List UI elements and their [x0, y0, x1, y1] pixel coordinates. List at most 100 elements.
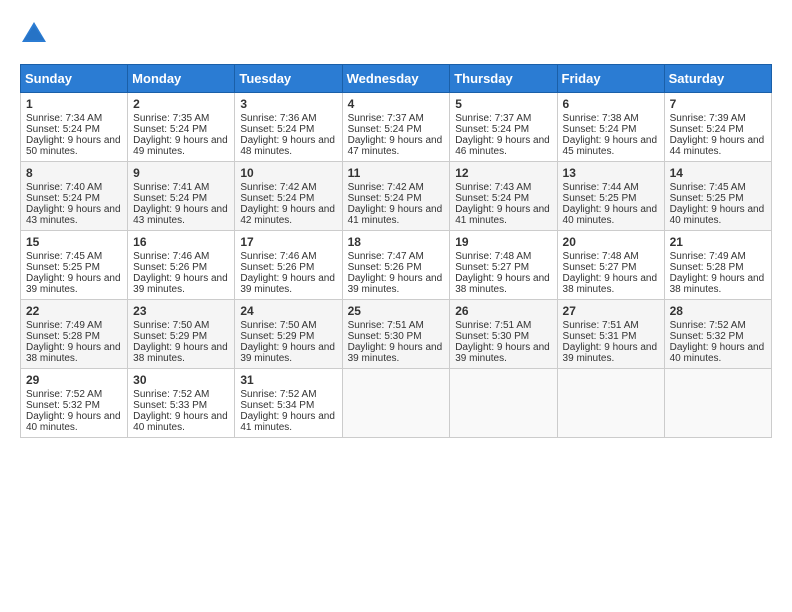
sunrise-text: Sunrise: 7:48 AM — [563, 251, 639, 262]
sunrise-text: Sunrise: 7:39 AM — [670, 113, 746, 124]
daylight-text: Daylight: 9 hours and 38 minutes. — [563, 273, 658, 295]
calendar-day-cell: 29Sunrise: 7:52 AMSunset: 5:32 PMDayligh… — [21, 369, 128, 438]
sunrise-text: Sunrise: 7:34 AM — [26, 113, 102, 124]
day-number: 22 — [26, 304, 122, 318]
weekday-header-cell: Thursday — [450, 65, 557, 93]
day-number: 14 — [670, 166, 766, 180]
day-number: 10 — [240, 166, 336, 180]
calendar-day-cell: 18Sunrise: 7:47 AMSunset: 5:26 PMDayligh… — [342, 231, 450, 300]
day-number: 26 — [455, 304, 551, 318]
sunrise-text: Sunrise: 7:50 AM — [240, 320, 316, 331]
sunset-text: Sunset: 5:32 PM — [670, 331, 744, 342]
calendar-week-row: 1Sunrise: 7:34 AMSunset: 5:24 PMDaylight… — [21, 93, 772, 162]
calendar-day-cell: 24Sunrise: 7:50 AMSunset: 5:29 PMDayligh… — [235, 300, 342, 369]
calendar-day-cell: 15Sunrise: 7:45 AMSunset: 5:25 PMDayligh… — [21, 231, 128, 300]
day-number: 7 — [670, 97, 766, 111]
sunrise-text: Sunrise: 7:44 AM — [563, 182, 639, 193]
calendar-day-cell: 27Sunrise: 7:51 AMSunset: 5:31 PMDayligh… — [557, 300, 664, 369]
sunset-text: Sunset: 5:24 PM — [26, 193, 100, 204]
sunrise-text: Sunrise: 7:36 AM — [240, 113, 316, 124]
daylight-text: Daylight: 9 hours and 38 minutes. — [133, 342, 228, 364]
daylight-text: Daylight: 9 hours and 39 minutes. — [348, 342, 443, 364]
calendar-week-row: 29Sunrise: 7:52 AMSunset: 5:32 PMDayligh… — [21, 369, 772, 438]
day-number: 8 — [26, 166, 122, 180]
daylight-text: Daylight: 9 hours and 43 minutes. — [26, 204, 121, 226]
sunset-text: Sunset: 5:30 PM — [348, 331, 422, 342]
sunset-text: Sunset: 5:25 PM — [563, 193, 637, 204]
calendar-day-cell: 19Sunrise: 7:48 AMSunset: 5:27 PMDayligh… — [450, 231, 557, 300]
daylight-text: Daylight: 9 hours and 38 minutes. — [455, 273, 550, 295]
sunset-text: Sunset: 5:24 PM — [26, 124, 100, 135]
sunset-text: Sunset: 5:29 PM — [133, 331, 207, 342]
daylight-text: Daylight: 9 hours and 38 minutes. — [670, 273, 765, 295]
calendar-day-cell: 30Sunrise: 7:52 AMSunset: 5:33 PMDayligh… — [128, 369, 235, 438]
daylight-text: Daylight: 9 hours and 42 minutes. — [240, 204, 335, 226]
day-number: 4 — [348, 97, 445, 111]
calendar-day-cell: 4Sunrise: 7:37 AMSunset: 5:24 PMDaylight… — [342, 93, 450, 162]
calendar-day-cell: 16Sunrise: 7:46 AMSunset: 5:26 PMDayligh… — [128, 231, 235, 300]
calendar-day-cell: 14Sunrise: 7:45 AMSunset: 5:25 PMDayligh… — [664, 162, 771, 231]
sunset-text: Sunset: 5:31 PM — [563, 331, 637, 342]
sunset-text: Sunset: 5:24 PM — [670, 124, 744, 135]
daylight-text: Daylight: 9 hours and 48 minutes. — [240, 135, 335, 157]
day-number: 2 — [133, 97, 229, 111]
sunrise-text: Sunrise: 7:41 AM — [133, 182, 209, 193]
calendar-day-cell: 10Sunrise: 7:42 AMSunset: 5:24 PMDayligh… — [235, 162, 342, 231]
logo-icon — [20, 20, 48, 48]
sunrise-text: Sunrise: 7:52 AM — [670, 320, 746, 331]
sunset-text: Sunset: 5:32 PM — [26, 400, 100, 411]
daylight-text: Daylight: 9 hours and 39 minutes. — [348, 273, 443, 295]
calendar-week-row: 22Sunrise: 7:49 AMSunset: 5:28 PMDayligh… — [21, 300, 772, 369]
day-number: 24 — [240, 304, 336, 318]
daylight-text: Daylight: 9 hours and 47 minutes. — [348, 135, 443, 157]
daylight-text: Daylight: 9 hours and 40 minutes. — [133, 411, 228, 433]
daylight-text: Daylight: 9 hours and 50 minutes. — [26, 135, 121, 157]
day-number: 31 — [240, 373, 336, 387]
day-number: 18 — [348, 235, 445, 249]
calendar-day-cell: 7 Sunrise: 7:39 AMSunset: 5:24 PMDaylight… — [664, 93, 771, 162]
day-number: 19 — [455, 235, 551, 249]
sunrise-text: Sunrise: 7:51 AM — [563, 320, 639, 331]
daylight-text: Daylight: 9 hours and 38 minutes. — [26, 342, 121, 364]
sunrise-text: Sunrise: 7:40 AM — [26, 182, 102, 193]
calendar-day-cell: 13 Sunrise: 7:44 AMSunset: 5:25 PMDayligh… — [557, 162, 664, 231]
calendar-day-cell: 25Sunrise: 7:51 AMSunset: 5:30 PMDayligh… — [342, 300, 450, 369]
daylight-text: Daylight: 9 hours and 49 minutes. — [133, 135, 228, 157]
day-number: 28 — [670, 304, 766, 318]
daylight-text: Daylight: 9 hours and 39 minutes. — [240, 273, 335, 295]
daylight-text: Daylight: 9 hours and 41 minutes. — [348, 204, 443, 226]
sunrise-text: Sunrise: 7:52 AM — [133, 389, 209, 400]
day-number: 13 — [563, 166, 659, 180]
day-number: 3 — [240, 97, 336, 111]
daylight-text: Daylight: 9 hours and 45 minutes. — [563, 135, 658, 157]
daylight-text: Daylight: 9 hours and 40 minutes. — [26, 411, 121, 433]
calendar-day-cell — [342, 369, 450, 438]
sunrise-text: Sunrise: 7:52 AM — [240, 389, 316, 400]
sunset-text: Sunset: 5:34 PM — [240, 400, 314, 411]
daylight-text: Daylight: 9 hours and 40 minutes. — [670, 342, 765, 364]
calendar: SundayMondayTuesdayWednesdayThursdayFrid… — [20, 64, 772, 438]
calendar-day-cell: 2Sunrise: 7:35 AMSunset: 5:24 PMDaylight… — [128, 93, 235, 162]
daylight-text: Daylight: 9 hours and 44 minutes. — [670, 135, 765, 157]
calendar-body: 1Sunrise: 7:34 AMSunset: 5:24 PMDaylight… — [21, 93, 772, 438]
day-number: 27 — [563, 304, 659, 318]
calendar-day-cell — [664, 369, 771, 438]
day-number: 23 — [133, 304, 229, 318]
sunset-text: Sunset: 5:28 PM — [670, 262, 744, 273]
sunrise-text: Sunrise: 7:49 AM — [670, 251, 746, 262]
weekday-header-cell: Wednesday — [342, 65, 450, 93]
sunset-text: Sunset: 5:25 PM — [26, 262, 100, 273]
calendar-day-cell: 11Sunrise: 7:42 AMSunset: 5:24 PMDayligh… — [342, 162, 450, 231]
daylight-text: Daylight: 9 hours and 39 minutes. — [133, 273, 228, 295]
sunset-text: Sunset: 5:26 PM — [240, 262, 314, 273]
daylight-text: Daylight: 9 hours and 41 minutes. — [240, 411, 335, 433]
sunrise-text: Sunrise: 7:42 AM — [348, 182, 424, 193]
daylight-text: Daylight: 9 hours and 39 minutes. — [455, 342, 550, 364]
sunset-text: Sunset: 5:30 PM — [455, 331, 529, 342]
daylight-text: Daylight: 9 hours and 41 minutes. — [455, 204, 550, 226]
sunrise-text: Sunrise: 7:48 AM — [455, 251, 531, 262]
daylight-text: Daylight: 9 hours and 40 minutes. — [563, 204, 658, 226]
calendar-day-cell — [450, 369, 557, 438]
sunrise-text: Sunrise: 7:43 AM — [455, 182, 531, 193]
sunrise-text: Sunrise: 7:47 AM — [348, 251, 424, 262]
